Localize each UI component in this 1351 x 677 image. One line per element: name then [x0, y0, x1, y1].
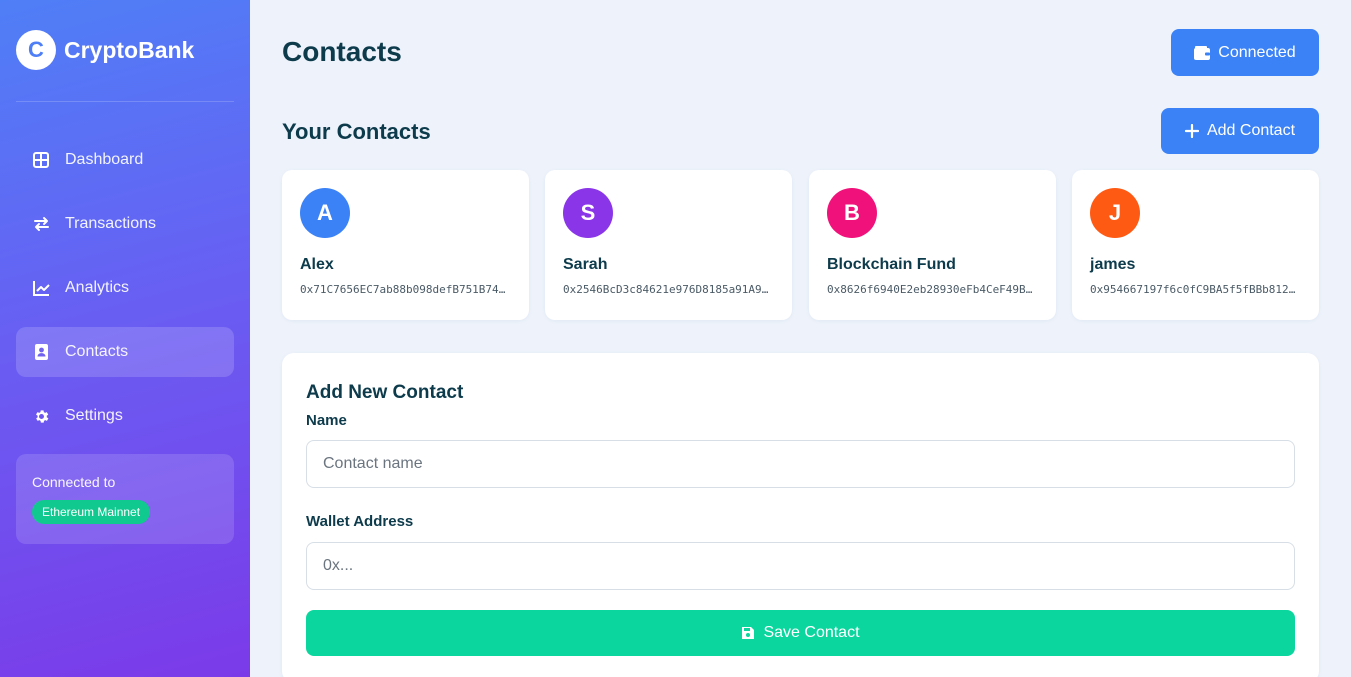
contact-address: 0x954667197f6c0fC9BA5f5fBBb8122b3c1aD1e9…: [1090, 283, 1301, 296]
contact-card[interactable]: S Sarah 0x2546BcD3c84621e976D8185a91A922…: [545, 170, 792, 320]
add-contact-label: Add Contact: [1206, 122, 1296, 139]
contact-address: 0x8626f6940E2eb28930eFb4CeF49B2d1F2C9C11…: [827, 283, 1038, 296]
contact-name: Alex: [300, 256, 334, 273]
address-book-icon: [32, 343, 50, 361]
plus-icon: [1184, 124, 1199, 138]
sidebar-item-transactions[interactable]: Transactions: [16, 199, 234, 249]
network-status-card: Connected to Ethereum Mainnet: [16, 454, 234, 544]
contact-card[interactable]: A Alex 0x71C7656EC7ab88b098defB751B7401B…: [282, 170, 529, 320]
wallet-connect-button[interactable]: Connected: [1171, 29, 1319, 76]
sidebar-item-contacts[interactable]: Contacts: [16, 327, 234, 377]
gear-icon: [32, 407, 50, 425]
avatar: S: [563, 188, 613, 238]
brand[interactable]: C CryptoBank: [16, 30, 194, 70]
add-contact-button[interactable]: Add Contact: [1161, 108, 1319, 154]
sidebar: C CryptoBank Dashboard Transactions Anal…: [0, 0, 250, 677]
sidebar-item-label: Contacts: [65, 343, 129, 360]
save-contact-label: Save Contact: [763, 624, 860, 641]
floppy-disk-icon: [741, 626, 755, 640]
sidebar-item-label: Dashboard: [65, 151, 144, 168]
brand-name: CryptoBank: [64, 36, 195, 63]
contact-name: Blockchain Fund: [827, 256, 956, 273]
contact-card[interactable]: B Blockchain Fund 0x8626f6940E2eb28930eF…: [809, 170, 1056, 320]
wallet-address-input[interactable]: [306, 542, 1295, 590]
sidebar-item-label: Settings: [65, 407, 123, 424]
add-contact-form: Add New Contact Name Wallet Address Save…: [282, 353, 1319, 677]
line-chart-icon: [32, 279, 50, 297]
wallet-connect-label: Connected: [1218, 43, 1296, 61]
brand-divider: [16, 101, 234, 102]
contact-name: Sarah: [563, 256, 608, 273]
sidebar-item-label: Analytics: [65, 279, 130, 296]
wallet-address-label: Wallet Address: [306, 513, 414, 530]
name-label: Name: [306, 412, 347, 429]
network-label: Connected to: [32, 474, 116, 490]
network-badge: Ethereum Mainnet: [32, 500, 151, 524]
contact-name-input[interactable]: [306, 440, 1295, 488]
sidebar-item-analytics[interactable]: Analytics: [16, 263, 234, 313]
avatar: B: [827, 188, 877, 238]
save-contact-button[interactable]: Save Contact: [306, 610, 1295, 656]
avatar: A: [300, 188, 350, 238]
section-title: Your Contacts: [282, 119, 431, 144]
swap-arrows-icon: [32, 215, 50, 233]
contact-address: 0x71C7656EC7ab88b098defB751B7401B5f6d897…: [300, 283, 511, 296]
wallet-icon: [1194, 45, 1211, 60]
avatar: J: [1090, 188, 1140, 238]
contact-card[interactable]: J james 0x954667197f6c0fC9BA5f5fBBb8122b…: [1072, 170, 1319, 320]
sidebar-item-dashboard[interactable]: Dashboard: [16, 135, 234, 185]
page-title: Contacts: [282, 36, 402, 67]
contact-name: james: [1090, 256, 1136, 273]
sidebar-item-settings[interactable]: Settings: [16, 391, 234, 441]
form-title: Add New Contact: [306, 382, 464, 403]
brand-logo: C: [16, 30, 56, 70]
contacts-list: A Alex 0x71C7656EC7ab88b098defB751B7401B…: [282, 170, 1319, 320]
sidebar-item-label: Transactions: [65, 215, 156, 232]
grid-icon: [32, 151, 50, 169]
contact-address: 0x2546BcD3c84621e976D8185a91A922aE77ECEc…: [563, 283, 774, 296]
